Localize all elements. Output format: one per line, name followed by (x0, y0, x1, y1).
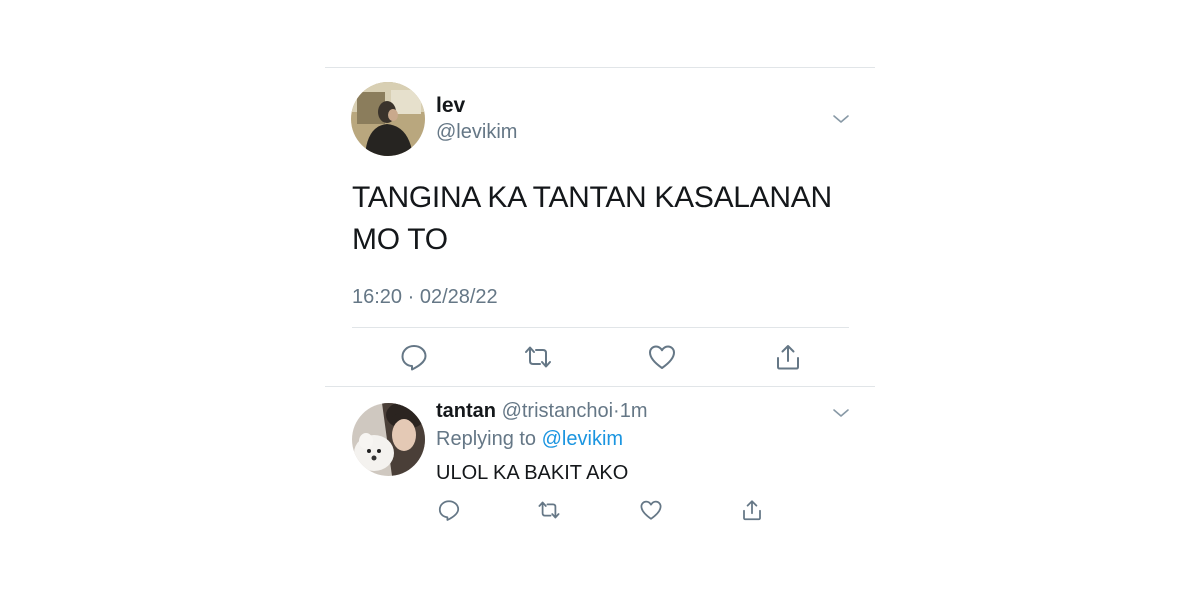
reply-separator: · (613, 400, 620, 422)
replying-to-line: Replying to @levikim (436, 428, 623, 451)
reply-chevron-down-icon[interactable] (832, 404, 850, 422)
main-tweet-text: TANGINA KA TANTAN KASALANAN MO TO (352, 177, 852, 261)
replying-to-mention[interactable]: @levikim (542, 428, 623, 450)
retweet-icon[interactable] (523, 342, 553, 372)
main-timestamp[interactable]: 16:20 · 02/28/22 (352, 286, 498, 309)
reply-like-icon[interactable] (639, 498, 663, 522)
tweet-thread: lev @levikim TANGINA KA TANTAN KASALANAN… (0, 0, 1200, 600)
reply-retweet-icon[interactable] (537, 498, 561, 522)
reply-time[interactable]: 1m (620, 400, 648, 422)
main-chevron-down-icon[interactable] (832, 110, 850, 128)
main-tweet-text-line1: TANGINA KA TANTAN KASALANAN (352, 181, 832, 214)
reply-tweet-text: ULOL KA BAKIT AKO (436, 462, 629, 484)
replying-to-label: Replying to (436, 428, 542, 450)
main-tweet-text-line2: MO TO (352, 223, 448, 256)
reply-avatar[interactable] (352, 403, 425, 476)
reply-icon[interactable] (399, 342, 429, 372)
main-actions-divider (352, 327, 849, 328)
reply-share-icon[interactable] (740, 498, 764, 522)
reply-reply-icon[interactable] (437, 498, 461, 522)
reply-divider (325, 386, 875, 387)
reply-header: tantan @tristanchoi·1m (436, 400, 648, 423)
like-icon[interactable] (647, 342, 677, 372)
reply-display-name[interactable]: tantan (436, 400, 496, 422)
main-display-name[interactable]: lev (436, 94, 465, 118)
top-divider (325, 67, 875, 68)
share-icon[interactable] (773, 342, 803, 372)
main-avatar[interactable] (351, 82, 425, 156)
main-username[interactable]: @levikim (436, 121, 517, 144)
reply-username[interactable]: @tristanchoi (502, 400, 613, 422)
